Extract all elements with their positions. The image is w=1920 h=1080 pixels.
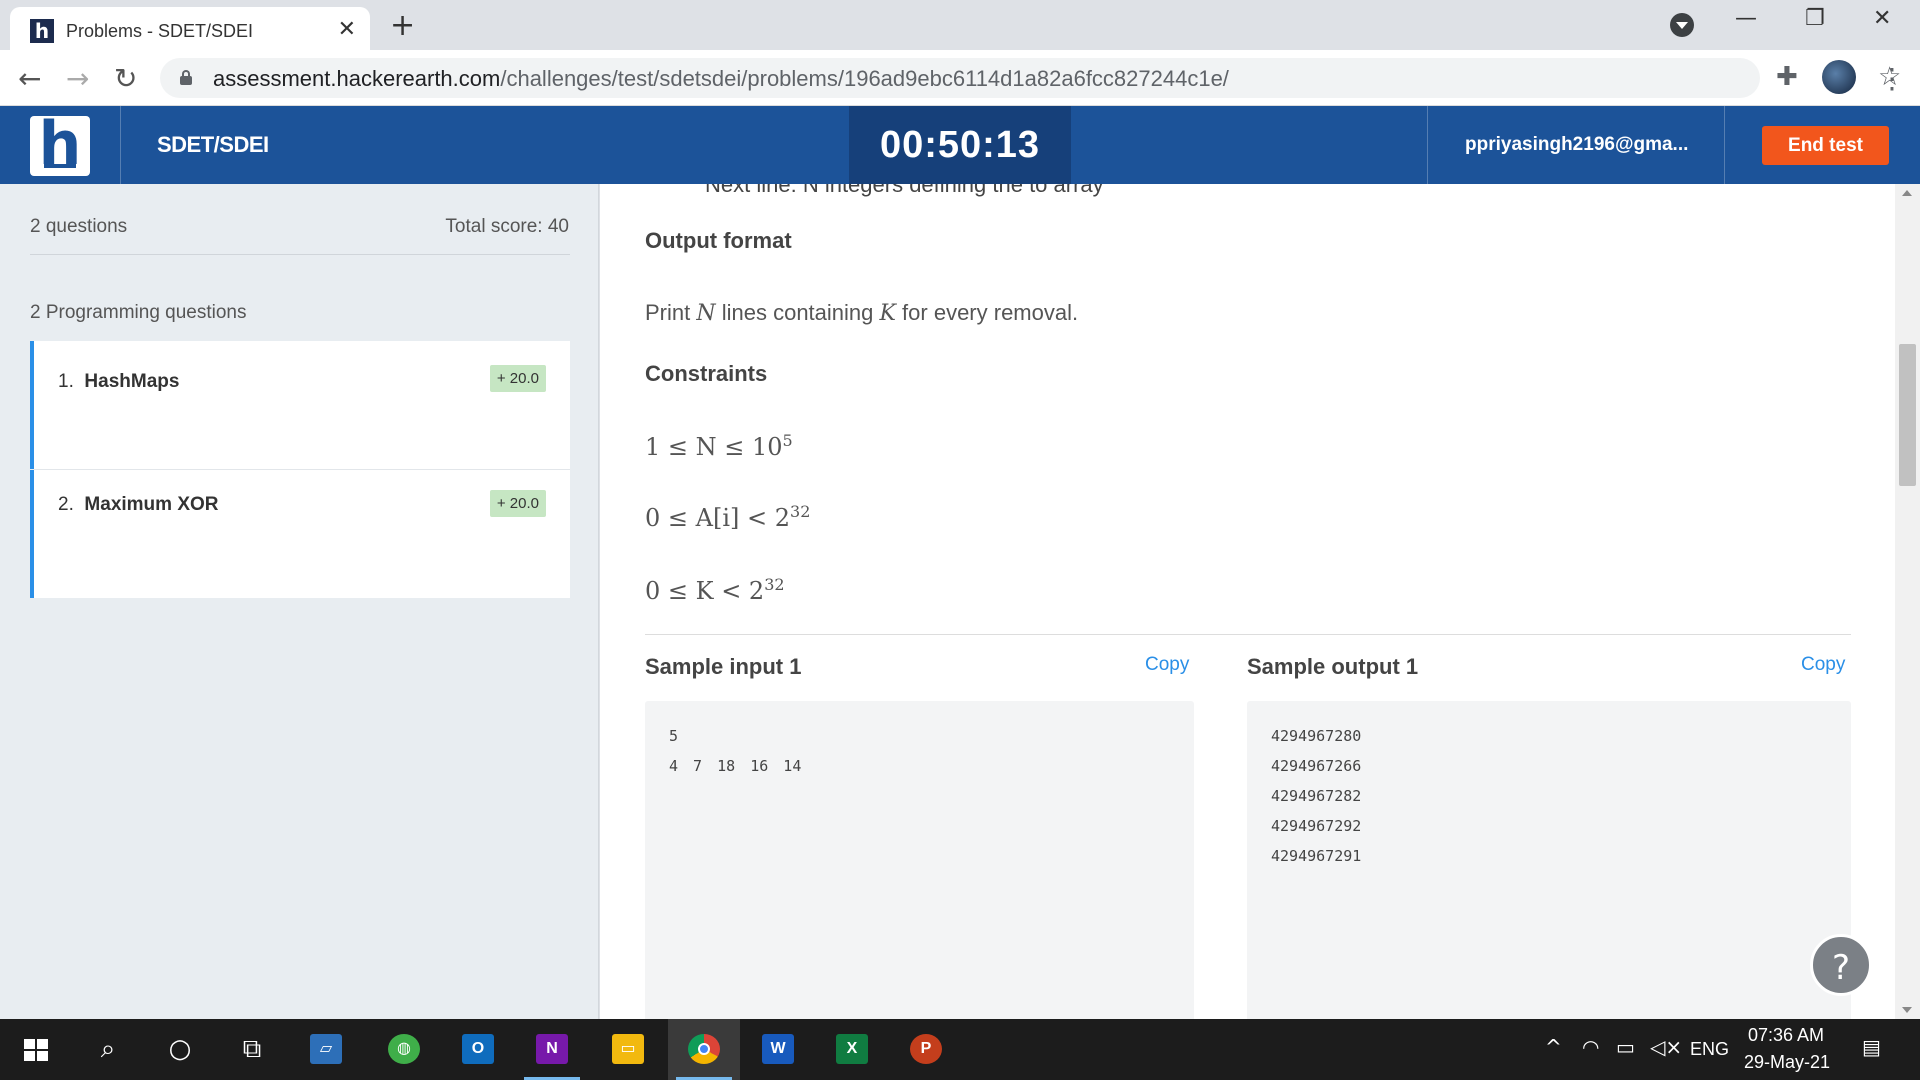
sample-output-line: 4294967280 [1271, 727, 1362, 745]
window-close-icon[interactable]: ✕ [1873, 6, 1891, 31]
question-item-hashmaps[interactable]: 1. HashMaps + 20.0 [30, 341, 570, 469]
new-tab-icon[interactable]: + [390, 8, 415, 43]
file-explorer-icon[interactable]: ▭ [592, 1019, 664, 1080]
constraints-heading: Constraints [645, 361, 768, 386]
forward-icon[interactable]: → [66, 62, 89, 95]
reload-icon[interactable]: ↻ [114, 62, 137, 95]
problem-pane: Next line: N integers defining the to ar… [600, 184, 1895, 1019]
tray-overflow-chevron-icon[interactable]: ^ [1545, 1035, 1562, 1059]
cortana-icon[interactable]: ○ [144, 1019, 216, 1080]
onenote-icon[interactable]: N [516, 1019, 588, 1080]
constraint-array: 0 ≤ A[i] < 232 [645, 502, 811, 532]
powerpoint-icon[interactable]: P [890, 1019, 962, 1080]
outlook-icon[interactable]: O [442, 1019, 514, 1080]
volume-muted-icon[interactable]: ◁× [1650, 1035, 1682, 1059]
minimize-icon[interactable]: — [1735, 6, 1757, 31]
question-count: 2 questions [30, 216, 128, 237]
question-number: 2. [58, 494, 74, 515]
copy-sample-input-link[interactable]: Copy [1145, 654, 1189, 676]
back-icon[interactable]: ← [18, 62, 41, 95]
sample-output-box[interactable]: 4294967280 4294967266 4294967282 4294967… [1247, 701, 1851, 1019]
app-header: h SDET/SDEI 00:50:13 ppriyasingh2196@gma… [0, 106, 1920, 184]
wifi-icon[interactable]: ◠ [1582, 1035, 1599, 1059]
battery-icon[interactable]: ▭ [1616, 1035, 1635, 1059]
copy-sample-output-link[interactable]: Copy [1801, 654, 1845, 676]
question-sidebar: 2 questions Total score: 40 2 Programmin… [0, 184, 599, 1019]
end-test-button[interactable]: End test [1762, 126, 1889, 165]
notification-center-icon[interactable]: ▤ [1862, 1035, 1881, 1059]
score-badge: + 20.0 [489, 490, 546, 517]
url-text[interactable]: assessment.hackerearth.com/challenges/te… [213, 66, 1229, 92]
constraint-k: 0 ≤ K < 232 [645, 575, 785, 605]
browser-toolbar: ← → ↻ assessment.hackerearth.com/challen… [0, 50, 1920, 106]
total-score: Total score: 40 [445, 216, 569, 237]
hackerearth-logo[interactable]: h [30, 114, 90, 176]
sample-input-box[interactable]: 5 4 7 18 16 14 [645, 701, 1194, 1019]
windows-start-icon[interactable] [0, 1019, 72, 1080]
scrollbar-thumb[interactable] [1899, 344, 1916, 486]
section-label: 2 Programming questions [30, 302, 247, 323]
sample-output-line: 4294967266 [1271, 757, 1362, 775]
tab-close-icon[interactable]: ✕ [338, 17, 356, 42]
question-item-maximum-xor[interactable]: 2. Maximum XOR + 20.0 [30, 470, 570, 598]
clock-date[interactable]: 29-May-21 [1744, 1052, 1830, 1073]
chrome-icon[interactable] [668, 1019, 740, 1080]
scroll-down-arrow-icon[interactable] [1902, 1007, 1912, 1013]
tab-title: Problems - SDET/SDEI [66, 21, 254, 41]
restore-icon[interactable]: ❐ [1805, 6, 1825, 31]
globe-app-icon[interactable]: ◍ [368, 1019, 440, 1080]
browser-tab-strip: h Problems - SDET/SDEI ✕ + — ❐ ✕ [0, 0, 1920, 50]
test-name: SDET/SDEI [157, 132, 269, 157]
question-number: 1. [58, 371, 74, 392]
sample-output-line: 4294967291 [1271, 847, 1362, 865]
help-question-icon[interactable]: ? [1810, 934, 1872, 996]
language-indicator[interactable]: ENG [1690, 1039, 1729, 1060]
profile-avatar[interactable] [1822, 60, 1856, 94]
lock-icon[interactable] [180, 70, 192, 85]
laptop-app-icon[interactable]: ▱ [290, 1019, 362, 1080]
sample-input-heading: Sample input 1 [645, 654, 802, 679]
output-format-text: Print N lines containing K for every rem… [645, 300, 1079, 326]
task-view-icon[interactable]: ⧉ [216, 1019, 288, 1080]
windows-taskbar: ⌕ ○ ⧉ ▱ ◍ O N ▭ W X P ^ ◠ ▭ ◁× ENG 07:36… [0, 1019, 1920, 1080]
sample-output-heading: Sample output 1 [1247, 654, 1419, 679]
tab-search-icon[interactable] [1670, 13, 1694, 37]
scroll-up-arrow-icon[interactable] [1902, 190, 1912, 196]
chrome-menu-icon[interactable]: ⋮ [1878, 62, 1906, 95]
user-email[interactable]: ppriyasingh2196@gma... [1465, 134, 1688, 156]
sample-output-line: 4294967282 [1271, 787, 1362, 805]
search-icon[interactable]: ⌕ [72, 1019, 144, 1080]
sample-input-line: 5 [669, 727, 679, 745]
score-badge: + 20.0 [489, 365, 546, 392]
truncated-input-format-line: Next line: N integers defining the to ar… [705, 184, 1104, 197]
sample-output-line: 4294967292 [1271, 817, 1362, 835]
address-bar[interactable]: assessment.hackerearth.com/challenges/te… [160, 58, 1901, 98]
extensions-puzzle-icon[interactable]: ✚ [1776, 62, 1798, 92]
hackerearth-favicon: h [30, 19, 54, 43]
question-title: HashMaps [84, 371, 180, 392]
clock-time[interactable]: 07:36 AM [1748, 1025, 1824, 1046]
page-scrollbar[interactable] [1895, 184, 1920, 1019]
countdown-timer: 00:50:13 [849, 106, 1071, 184]
constraint-n: 1 ≤ N ≤ 105 [645, 431, 793, 461]
question-title: Maximum XOR [84, 494, 219, 515]
output-format-heading: Output format [645, 228, 792, 253]
excel-icon[interactable]: X [816, 1019, 888, 1080]
browser-tab[interactable]: h Problems - SDET/SDEI ✕ [10, 7, 370, 50]
word-icon[interactable]: W [742, 1019, 814, 1080]
sample-input-line: 4 7 18 16 14 [669, 757, 802, 775]
